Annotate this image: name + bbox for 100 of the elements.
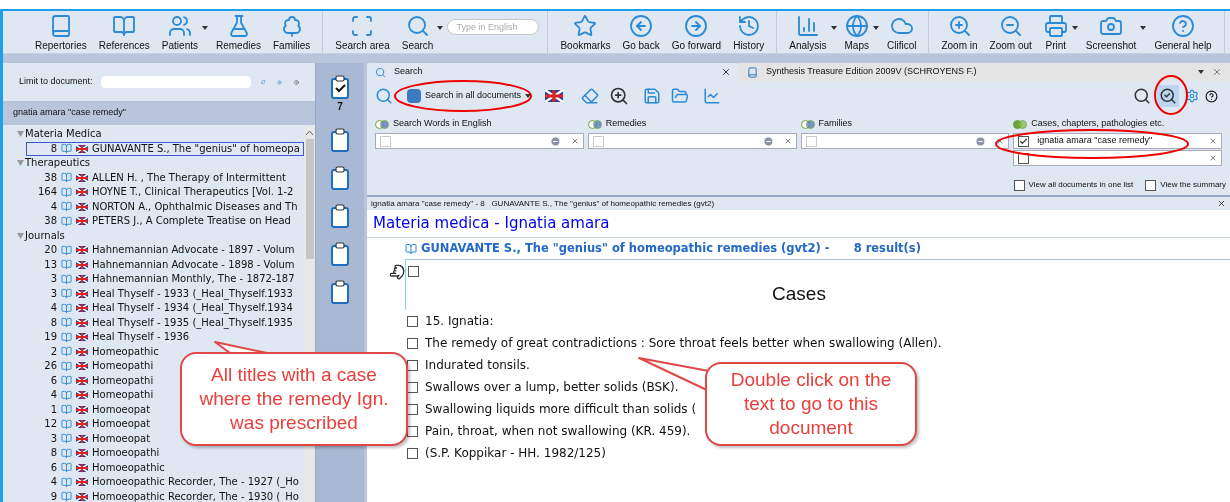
tab[interactable]: Search — [367, 63, 739, 81]
clipboard-icon[interactable] — [331, 166, 349, 190]
tree-item[interactable]: 3 Heal Thyself - 1933 (_Heal_Thyself.1933 — [26, 286, 294, 301]
clear-icon[interactable] — [783, 137, 792, 145]
checkbox[interactable] — [407, 337, 418, 349]
checkbox[interactable] — [1145, 179, 1157, 191]
search-field[interactable]: Type in English — [447, 19, 540, 35]
case-line[interactable]: 15. Ignatia: — [425, 312, 494, 330]
close-icon[interactable] — [721, 67, 731, 77]
checkbox[interactable] — [407, 359, 418, 371]
clear-icon[interactable] — [1209, 137, 1217, 145]
checkbox[interactable] — [408, 266, 419, 277]
toolbar-button[interactable]: Patients — [157, 14, 202, 51]
expand-icon[interactable] — [17, 232, 24, 239]
tree-item[interactable]: 6 Homeopathi — [26, 373, 155, 388]
tree-item[interactable]: 4 Homeopathi — [26, 388, 155, 403]
tree-item[interactable]: 2 Homeopathic — [26, 344, 160, 359]
close-icon[interactable] — [1217, 199, 1226, 208]
tree-item[interactable]: 4 NORTON A., Ophthalmic Diseases and Th — [26, 199, 299, 214]
toolbar-button[interactable]: Go back — [618, 14, 664, 51]
help-icon[interactable] — [1205, 89, 1218, 103]
tree-item[interactable]: 9 Homoeopathic Recorder, The - 1930 (_Ho — [26, 489, 300, 502]
search-input[interactable] — [587, 133, 797, 149]
checkbox[interactable] — [407, 425, 418, 437]
toolbar-button[interactable]: Go forward — [667, 14, 726, 51]
search-icon[interactable] — [1133, 87, 1151, 105]
flag-icon[interactable] — [545, 90, 564, 102]
clipboard-icon[interactable] — [331, 75, 349, 99]
checkbox[interactable] — [407, 403, 418, 415]
tree-group[interactable]: Journals — [25, 228, 65, 243]
toolbar-button[interactable]: Search — [397, 14, 438, 51]
clear-icon[interactable] — [1209, 154, 1217, 162]
case-line[interactable]: Swallows over a lump, better solids (BSK). — [425, 378, 679, 396]
checkbox[interactable] — [1013, 179, 1025, 191]
search-input[interactable] — [800, 133, 1010, 149]
clipboard-icon[interactable] — [331, 242, 349, 266]
tree-item[interactable]: 4 Homoeopathic Recorder, The - 1927 (_Ho — [26, 475, 300, 490]
case-line[interactable]: The remedy of great contradictions : Sore throat feels better when swallowing (Allen). — [425, 334, 942, 352]
checkbox[interactable] — [1018, 152, 1030, 164]
scope-dropdown[interactable]: Search in all documents — [403, 89, 536, 103]
eraser-icon[interactable] — [581, 87, 600, 105]
tree-item[interactable]: 38 PETERS J., A Complete Treatise on Head — [26, 214, 292, 229]
tree-item[interactable]: 8 GUNAVANTE S., The "genius" of homeopa — [26, 141, 304, 156]
toolbar-button[interactable]: Analysis — [785, 14, 831, 51]
tree-item[interactable]: 164 HOYNE T., Clinical Therapeutics [Vol. 1-2 — [26, 185, 295, 200]
dropdown-icon[interactable] — [975, 135, 987, 147]
toolbar-button[interactable]: Screenshot — [1081, 14, 1141, 51]
case-line[interactable]: Swallowing liquids more difficult than solids ( — [425, 400, 697, 418]
clipboard-icon[interactable] — [331, 128, 349, 152]
checkbox[interactable] — [407, 381, 418, 393]
tree-item[interactable]: 26 Homeopathi — [26, 359, 155, 374]
toolbar-button[interactable]: Zoom out — [985, 14, 1036, 51]
toolbar-button[interactable]: Bookmarks — [556, 14, 615, 51]
scroll-up-icon[interactable] — [306, 131, 313, 135]
clipboard-icon[interactable] — [331, 280, 349, 304]
zoom-in-icon[interactable] — [609, 86, 630, 106]
toolbar-button[interactable]: Clificol — [883, 14, 921, 51]
toolbar-button[interactable]: References — [94, 14, 154, 51]
clear-icon[interactable] — [996, 137, 1005, 145]
dropdown-icon[interactable] — [762, 135, 774, 147]
expand-icon[interactable] — [17, 160, 24, 167]
tree-item[interactable]: 38 ALLEN H. , The Therapy of Intermittent — [26, 170, 287, 185]
toolbar-button[interactable]: Families — [269, 14, 315, 51]
case-line[interactable]: Pain, throat, when not swallowing (KR. 459). — [425, 422, 691, 440]
toolbar-button[interactable]: History — [729, 14, 769, 51]
toolbar-button[interactable]: General help — [1150, 14, 1216, 51]
search-input[interactable] — [1013, 150, 1222, 166]
toolbar-button[interactable]: Maps — [840, 14, 873, 51]
tree-item[interactable]: 20 Hahnemannian Advocate - 1897 - Volum — [26, 243, 296, 258]
tree-item[interactable]: 8 Homoeopathi — [26, 446, 161, 461]
expand-icon[interactable] — [17, 131, 24, 138]
limit-field[interactable] — [100, 76, 251, 88]
case-line[interactable]: (S.P. Koppikar - HH. 1982/125) — [425, 444, 606, 462]
line-chart-icon[interactable] — [703, 87, 722, 105]
search-input[interactable]: ignatia amara "case remedy" — [1013, 133, 1222, 149]
search-input[interactable] — [375, 133, 584, 149]
checkbox[interactable] — [1018, 135, 1030, 147]
tree-item[interactable]: 4 Heal Thyself - 1934 (_Heal_Thyself.1934 — [26, 301, 294, 316]
toolbar-button[interactable]: Zoom in — [937, 14, 982, 51]
tree-item[interactable]: 1 Homoeopat — [26, 402, 152, 417]
tree-group[interactable]: Materia Medica — [25, 127, 102, 142]
tree-item[interactable]: 3 Hahnemannian Monthly, The - 1872-187 — [26, 272, 296, 287]
clipboard-icon[interactable] — [331, 204, 349, 228]
tree-item[interactable]: 12 Homoeopat — [26, 417, 152, 432]
dropdown-icon[interactable] — [549, 135, 561, 147]
tree-item[interactable]: 3 Homoeopat — [26, 431, 152, 446]
clear-icon[interactable] — [570, 137, 579, 145]
toolbar-button[interactable]: Remedies — [212, 14, 265, 51]
toolbar-button[interactable]: Search area — [331, 14, 394, 51]
tab[interactable]: Synthesis Treasure Edition 2009V (SCHROYENS F.) — [739, 63, 1190, 81]
folder-icon[interactable] — [671, 87, 690, 105]
tree-item[interactable]: 19 Heal Thyself - 1936 — [26, 330, 191, 345]
toolbar-button[interactable]: Print — [1039, 14, 1072, 51]
tree-item[interactable]: 8 Heal Thyself - 1935 (_Heal_Thyself.1935 — [26, 315, 294, 330]
tree-group[interactable]: Therapeutics — [25, 156, 91, 171]
checkbox[interactable] — [407, 315, 418, 327]
search-more-button[interactable] — [1157, 85, 1179, 107]
save-icon[interactable] — [643, 87, 662, 105]
settings-icon[interactable] — [1185, 89, 1199, 103]
tree-item[interactable]: 6 Homoeopathic — [26, 460, 166, 475]
